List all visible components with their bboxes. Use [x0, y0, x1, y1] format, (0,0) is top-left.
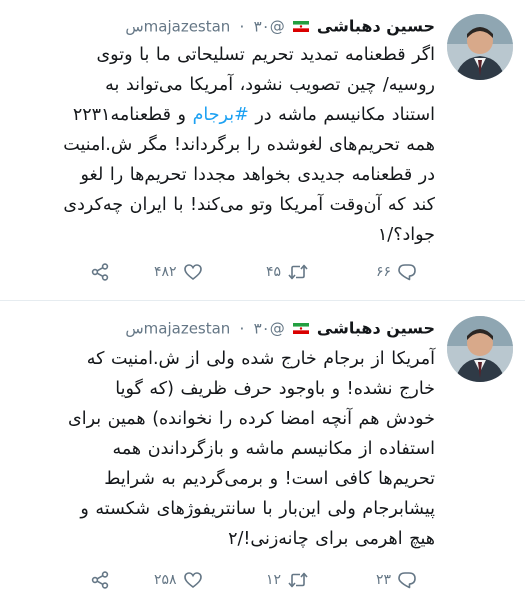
tweet-line: همه تحریم‌های لغوشده را برگرداند! مگر ش.…: [63, 135, 435, 155]
tweet-2[interactable]: حسین دهباشی @majazestan · ۳۰س آمریکا از …: [0, 302, 525, 589]
reply-icon: [397, 262, 417, 282]
avatar[interactable]: [447, 14, 513, 80]
retweet-icon: [287, 570, 309, 590]
like-button[interactable]: ۲۵۸: [154, 566, 203, 594]
share-icon: [90, 262, 110, 282]
reply-count: ۶۶: [376, 264, 392, 280]
author-name[interactable]: حسین دهباشی: [317, 319, 435, 338]
tweet-header: حسین دهباشی @majazestan · ۳۰س: [125, 14, 435, 38]
tweet-line-segment: استناد مکانیسم ماشه در: [248, 105, 435, 125]
reply-button[interactable]: ۶۶: [376, 258, 417, 286]
share-button[interactable]: [90, 566, 110, 594]
tweet-line: کند که آن‌وقت آمریکا وتو می‌کند! با ایرا…: [63, 195, 435, 215]
tweet-line-segment: و قطعنامه۲۲۳۱: [72, 105, 193, 125]
tweet-line: جواد؟/۱: [377, 225, 435, 245]
retweet-button[interactable]: ۴۵: [266, 258, 309, 286]
heart-icon: [183, 262, 203, 282]
tweet-line: هیچ اهرمی برای چانه‌زنی!/۲: [228, 529, 435, 549]
author-name[interactable]: حسین دهباشی: [317, 17, 435, 36]
hashtag-link[interactable]: #برجام: [193, 105, 249, 125]
tweet-line: خودش هم آنچه امضا کرده را نخوانده) همین …: [68, 409, 435, 429]
tweet-line: تحریم‌ها کافی است! و برمی‌گردیم به شرایط: [104, 469, 435, 489]
tweet-actions: ۴۸۲ ۴۵ ۶۶: [0, 258, 435, 286]
tweet-line: روسیه/ چین تصویب نشود، آمریکا می‌تواند ب…: [105, 75, 435, 95]
tweet-line: در قطعنامه جدیدی بخواهد مجددا تحریم‌ها ر…: [80, 165, 436, 185]
separator-dot: ·: [239, 16, 245, 36]
tweet-line: استناد مکانیسم ماشه در #برجام و قطعنامه۲…: [25, 100, 435, 130]
tweet-line: استفاده از مکانیسم ماشه و بازگرداندن همه: [112, 439, 435, 459]
like-button[interactable]: ۴۸۲: [154, 258, 203, 286]
tweet-1[interactable]: حسین دهباشی @majazestan · ۳۰س اگر قطعنام…: [0, 0, 525, 301]
iran-flag-icon: [292, 21, 309, 32]
tweet-text: آمریکا از برجام خارج شده ولی از ش.امنیت …: [25, 344, 435, 554]
share-icon: [90, 570, 110, 590]
tweet-actions: ۲۵۸ ۱۲ ۲۳: [0, 566, 435, 594]
tweet-line: خارج نشده! و باوجود حرف ظریف (که گویا: [115, 379, 435, 399]
tweet-line: اگر قطعنامه تمدید تحریم تسلیحاتی ما با و…: [96, 45, 435, 65]
tweet-text: اگر قطعنامه تمدید تحریم تسلیحاتی ما با و…: [25, 40, 435, 250]
tweet-line: آمریکا از برجام خارج شده ولی از ش.امنیت …: [86, 349, 435, 369]
retweet-button[interactable]: ۱۲: [266, 566, 309, 594]
reply-button[interactable]: ۲۳: [376, 566, 417, 594]
avatar[interactable]: [447, 316, 513, 382]
separator-dot: ·: [239, 318, 245, 338]
tweet-header: حسین دهباشی @majazestan · ۳۰س: [125, 316, 435, 340]
tweet-line: پیشابرجام ولی این‌بار با سانتریفوژهای شک…: [80, 499, 435, 519]
retweet-icon: [287, 262, 309, 282]
heart-icon: [183, 570, 203, 590]
like-count: ۴۸۲: [154, 264, 177, 280]
reply-icon: [397, 570, 417, 590]
iran-flag-icon: [292, 323, 309, 334]
share-button[interactable]: [90, 258, 110, 286]
retweet-count: ۴۵: [266, 264, 282, 280]
